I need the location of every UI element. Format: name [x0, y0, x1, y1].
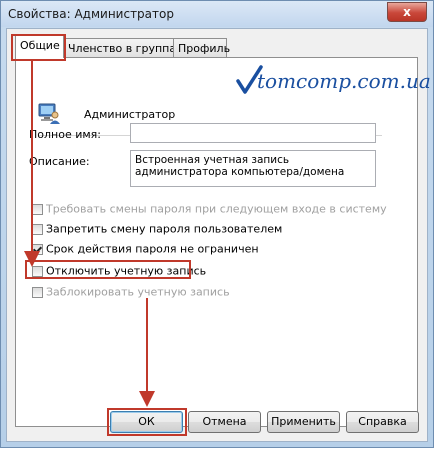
close-icon: x — [403, 5, 411, 19]
highlight-tab-general — [11, 34, 66, 61]
help-button[interactable]: Справка — [346, 411, 419, 433]
checkbox[interactable] — [32, 223, 43, 235]
user-monitor-icon — [38, 103, 60, 124]
full-name-field[interactable] — [130, 123, 376, 143]
highlight-ok-button — [107, 408, 187, 436]
tab-label: Членство в группах — [68, 42, 183, 55]
checkbox[interactable] — [32, 203, 43, 215]
checkbox-label: Запретить смену пароля пользователем — [46, 222, 283, 236]
checkbox-label: Требовать смены пароля при следующем вхо… — [46, 202, 387, 216]
checkbox-prevent-password-change[interactable]: Запретить смену пароля пользователем — [32, 222, 282, 236]
close-button[interactable]: x — [387, 2, 427, 22]
window-title: Свойства: Администратор — [8, 7, 174, 21]
description-label: Описание: — [29, 155, 90, 168]
dialog-body: Общие Членство в группах Профиль tomcomp… — [6, 28, 431, 442]
checkbox-require-password-change[interactable]: Требовать смены пароля при следующем вхо… — [32, 202, 387, 216]
cancel-button[interactable]: Отмена — [188, 411, 261, 433]
apply-button[interactable]: Применить — [267, 411, 340, 433]
description-field[interactable]: Встроенная учетная запись администратора… — [130, 150, 376, 187]
checkbox[interactable] — [32, 286, 43, 298]
tab-label: Профиль — [178, 42, 231, 55]
checkbox-label: Срок действия пароля не ограничен — [46, 242, 259, 256]
checkbox-lock-account[interactable]: Заблокировать учетную запись — [32, 285, 230, 299]
checkbox[interactable] — [32, 243, 43, 255]
full-name-label: Полное имя: — [29, 128, 101, 141]
watermark-text: tomcomp.com.ua — [257, 69, 431, 93]
tab-profile[interactable]: Профиль — [173, 38, 231, 57]
account-name: Администратор — [84, 108, 176, 121]
highlight-disable-account — [25, 260, 191, 279]
properties-dialog: Свойства: Администратор x Общие Членство… — [0, 0, 434, 448]
checkbox-label: Заблокировать учетную запись — [46, 285, 230, 299]
tab-group-membership[interactable]: Членство в группах — [63, 38, 183, 57]
title-bar[interactable]: Свойства: Администратор x — [1, 1, 433, 27]
checkbox-password-never-expires[interactable]: Срок действия пароля не ограничен — [32, 242, 259, 256]
